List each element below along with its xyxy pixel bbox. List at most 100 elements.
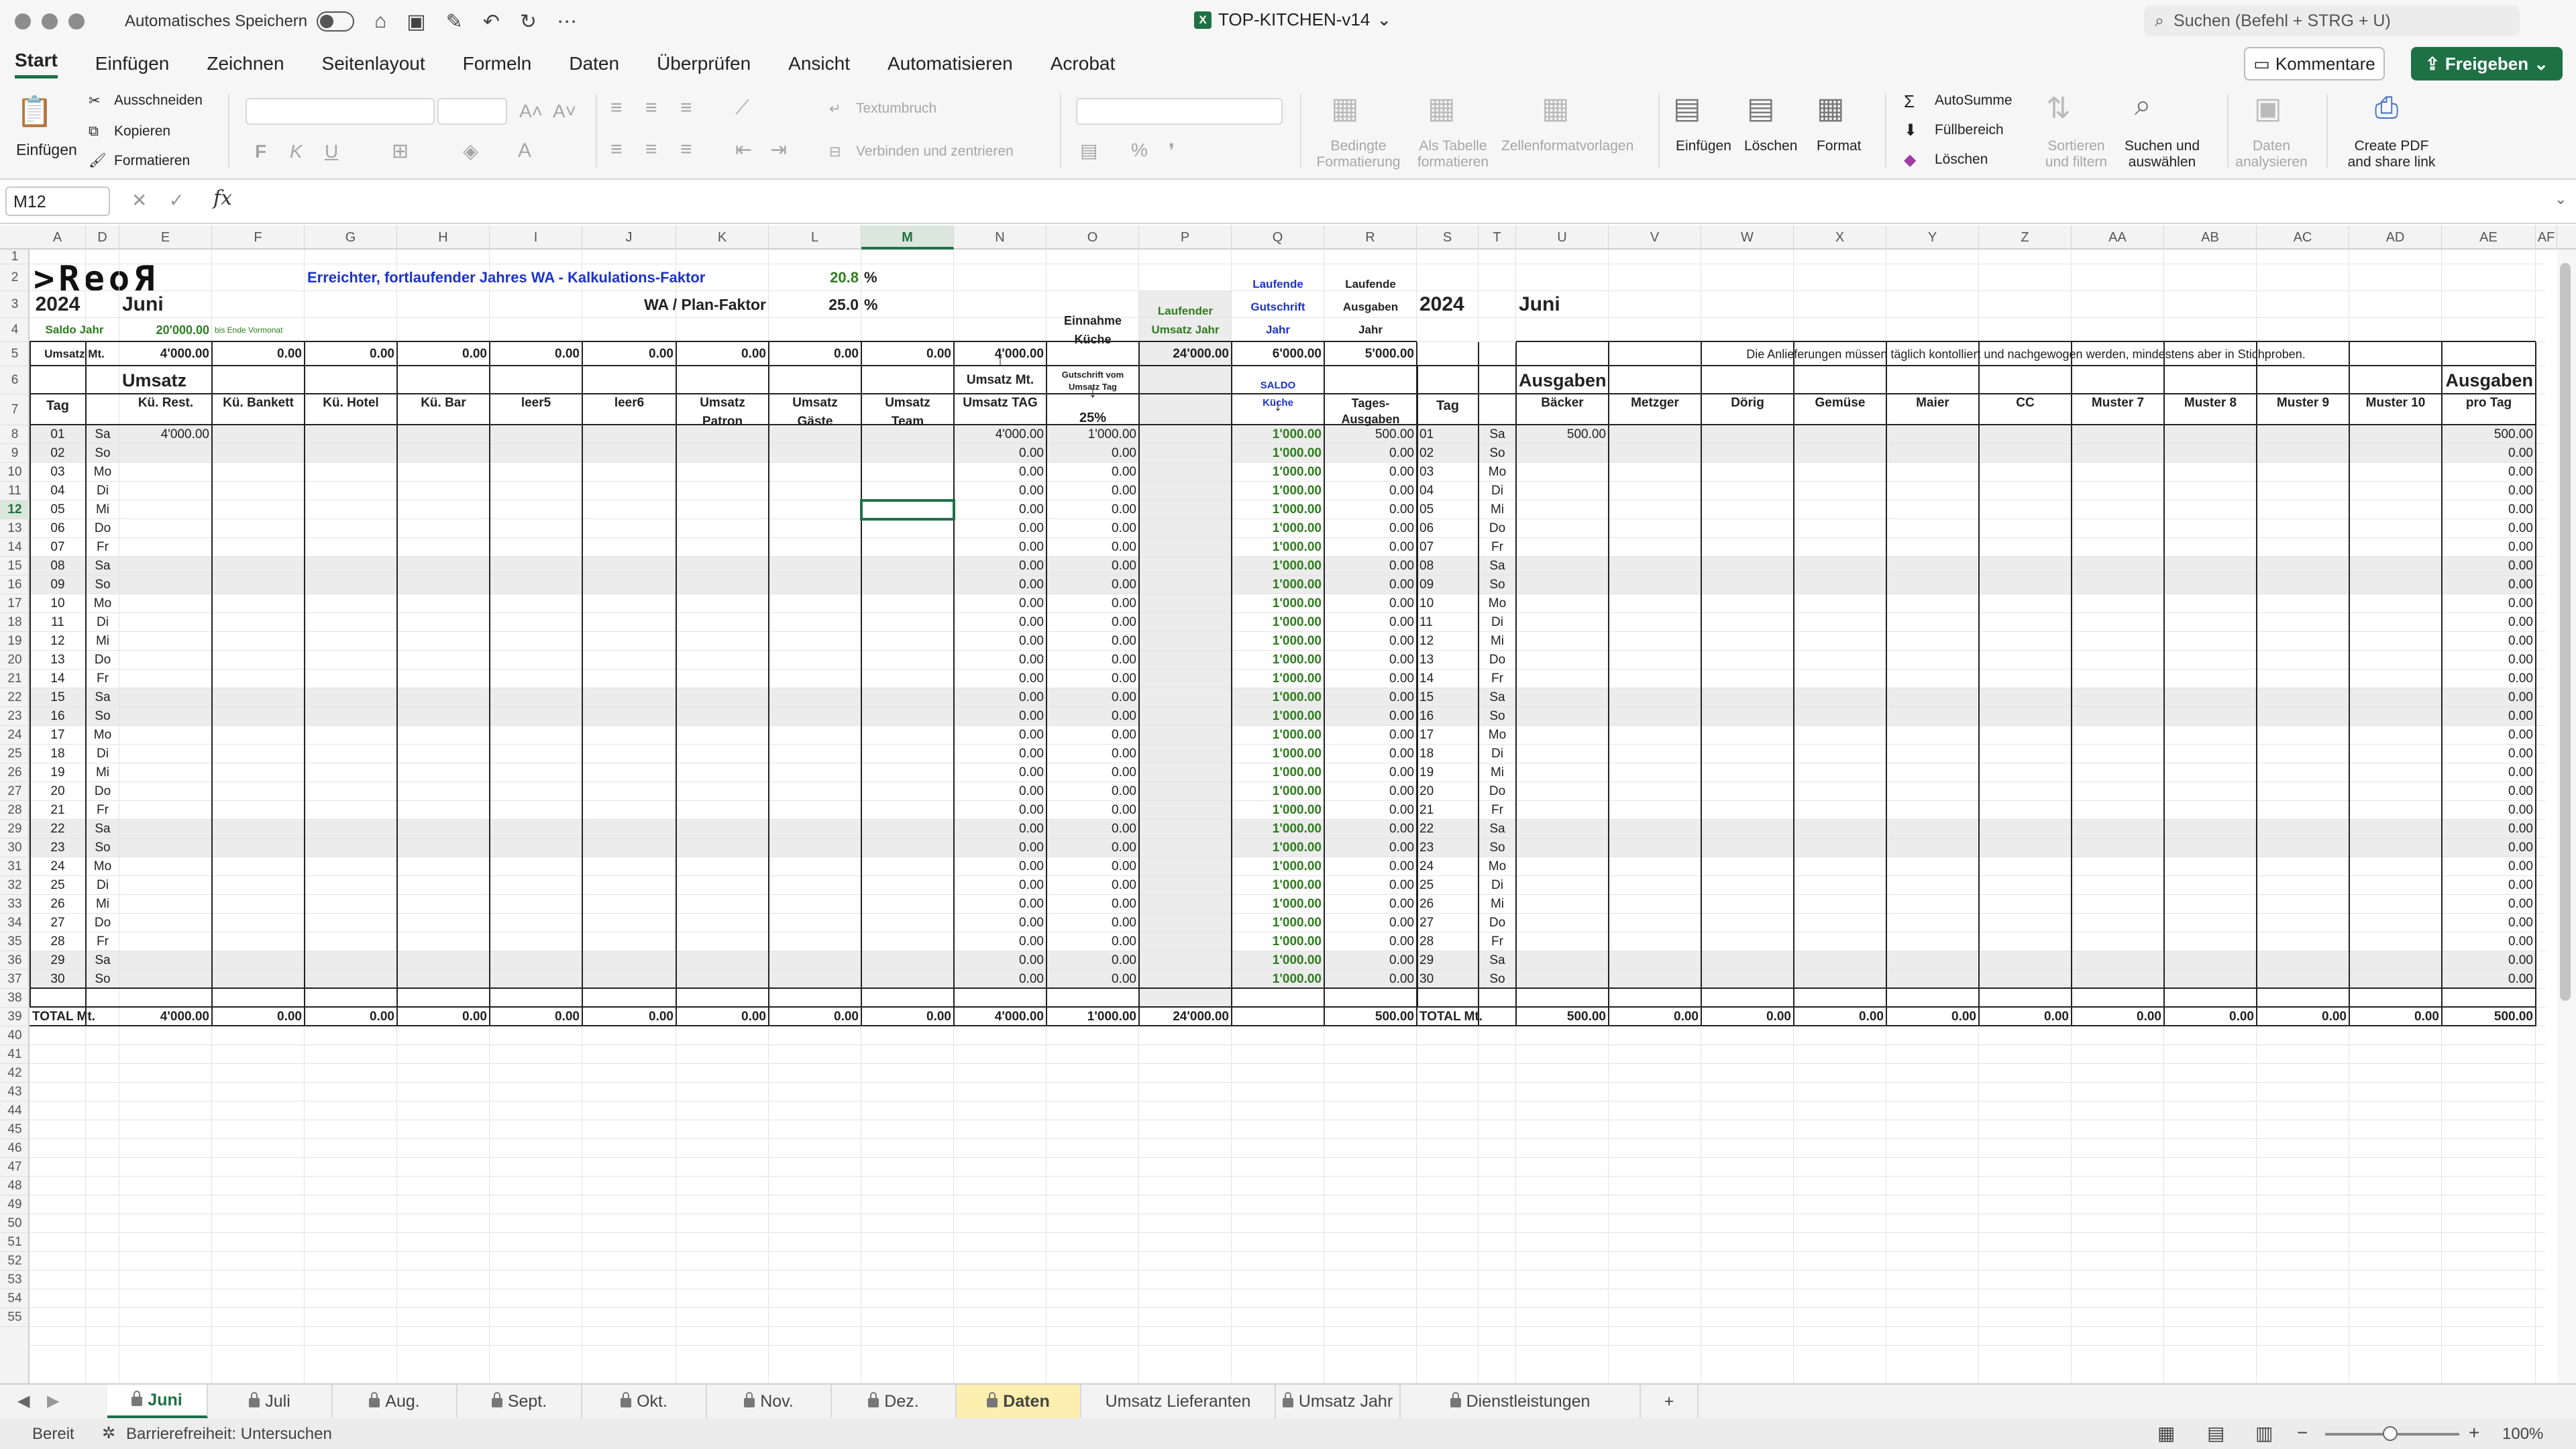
- delete-cells-button[interactable]: Löschen: [1744, 138, 1797, 154]
- sheet-tab-aug[interactable]: Aug.: [333, 1385, 458, 1418]
- sheet-tab-[interactable]: +: [1641, 1385, 1699, 1418]
- column-header-i[interactable]: I: [490, 225, 582, 250]
- undo-icon[interactable]: ↶: [483, 10, 500, 34]
- row-header-55[interactable]: 55: [0, 1308, 30, 1327]
- selected-cell-m12[interactable]: [860, 499, 955, 521]
- column-header-k[interactable]: K: [676, 225, 769, 250]
- analyze-data-icon[interactable]: ▣: [2254, 91, 2282, 125]
- row-header-29[interactable]: 29: [0, 820, 30, 839]
- sheet-tab-dez[interactable]: Dez.: [832, 1385, 957, 1418]
- page-break-icon[interactable]: ▥: [2255, 1422, 2273, 1444]
- row-header-46[interactable]: 46: [0, 1139, 30, 1158]
- row-header-14[interactable]: 14: [0, 538, 30, 557]
- redo-icon[interactable]: ↻: [520, 10, 537, 34]
- percent-format-icon[interactable]: %: [1131, 140, 1148, 161]
- column-header-x[interactable]: X: [1794, 225, 1886, 250]
- cell-styles-button[interactable]: Zellenformatvorlagen: [1501, 138, 1633, 154]
- minimize-window-button[interactable]: [42, 13, 58, 30]
- align-center-icon[interactable]: ≡: [645, 138, 657, 161]
- fill-button[interactable]: Füllbereich: [1935, 122, 2004, 138]
- borders-icon[interactable]: ⊞: [392, 140, 409, 163]
- column-header-d[interactable]: D: [86, 225, 119, 250]
- close-window-button[interactable]: [15, 13, 31, 30]
- copy-button[interactable]: Kopieren: [114, 123, 170, 140]
- indent-increase-icon[interactable]: ⇥: [770, 138, 787, 162]
- sort-filter-label-2[interactable]: und filtern: [2033, 154, 2120, 170]
- column-header-u[interactable]: U: [1516, 225, 1609, 250]
- vertical-scrollbar[interactable]: [2557, 250, 2576, 1383]
- row-header-12[interactable]: 12: [0, 500, 30, 519]
- zoom-level[interactable]: 100%: [2502, 1425, 2543, 1444]
- row-header-30[interactable]: 30: [0, 839, 30, 857]
- row-header-39[interactable]: 39: [0, 1008, 30, 1026]
- comma-format-icon[interactable]: ❜: [1169, 140, 1175, 162]
- zoom-in-icon[interactable]: +: [2469, 1422, 2479, 1444]
- cut-button[interactable]: Ausschneiden: [114, 93, 203, 109]
- sheet-tab-juni[interactable]: Juni: [107, 1385, 208, 1418]
- row-header-8[interactable]: 8: [0, 425, 30, 444]
- tab-zeichnen[interactable]: Zeichnen: [207, 53, 284, 74]
- align-middle-icon[interactable]: ≡: [645, 97, 657, 119]
- tab-seitenlayout[interactable]: Seitenlayout: [322, 53, 425, 74]
- sheet-tab-daten[interactable]: Daten: [957, 1385, 1081, 1418]
- row-header-17[interactable]: 17: [0, 594, 30, 613]
- insert-function-button[interactable]: fx: [213, 186, 232, 210]
- row-header-34[interactable]: 34: [0, 914, 30, 932]
- zoom-slider-thumb[interactable]: [2383, 1426, 2398, 1441]
- row-header-35[interactable]: 35: [0, 932, 30, 951]
- row-header-22[interactable]: 22: [0, 688, 30, 707]
- save-as-icon[interactable]: ✎: [446, 10, 463, 34]
- column-header-l[interactable]: L: [769, 225, 861, 250]
- analyze-data-label-1[interactable]: Daten: [2231, 138, 2312, 154]
- create-pdf-icon[interactable]: ⎙: [2375, 91, 2398, 125]
- page-layout-icon[interactable]: ▤: [2207, 1422, 2224, 1444]
- home-icon[interactable]: ⌂: [374, 10, 386, 33]
- worksheet-grid[interactable]: >ReoЯ Erreichter, fortlaufender Jahres W…: [30, 250, 2545, 1383]
- column-header-f[interactable]: F: [212, 225, 305, 250]
- analyze-data-label-2[interactable]: analysieren: [2231, 154, 2312, 170]
- row-header-49[interactable]: 49: [0, 1195, 30, 1214]
- conditional-format-label-1[interactable]: Bedingte: [1315, 138, 1402, 154]
- name-box[interactable]: M12: [5, 186, 110, 216]
- autosum-button[interactable]: AutoSumme: [1935, 93, 2012, 109]
- row-header-21[interactable]: 21: [0, 669, 30, 688]
- font-size-select[interactable]: [437, 98, 507, 125]
- share-button[interactable]: ⇪ Freigeben ⌄: [2411, 47, 2563, 80]
- paste-icon[interactable]: 📋: [16, 94, 53, 129]
- bold-button[interactable]: F: [255, 141, 266, 162]
- find-icon[interactable]: ⌕: [2135, 89, 2151, 122]
- find-select-label-1[interactable]: Suchen und: [2118, 138, 2206, 154]
- format-as-table-label-1[interactable]: Als Tabelle: [1406, 138, 1500, 154]
- row-header-51[interactable]: 51: [0, 1233, 30, 1252]
- format-as-table-label-2[interactable]: formatieren: [1406, 154, 1500, 170]
- font-color-icon[interactable]: A: [518, 140, 531, 162]
- fill-color-icon[interactable]: ◈: [463, 140, 478, 163]
- row-header-42[interactable]: 42: [0, 1064, 30, 1083]
- save-icon[interactable]: ▣: [407, 10, 425, 34]
- align-right-icon[interactable]: ≡: [680, 138, 692, 161]
- accessibility-status[interactable]: Barrierefreiheit: Untersuchen: [126, 1425, 332, 1444]
- row-header-26[interactable]: 26: [0, 763, 30, 782]
- sheet-tab-okt[interactable]: Okt.: [582, 1385, 707, 1418]
- create-pdf-label-2[interactable]: and share link: [2334, 154, 2449, 170]
- row-header-20[interactable]: 20: [0, 651, 30, 669]
- column-header-ac[interactable]: AC: [2257, 225, 2349, 250]
- row-header-10[interactable]: 10: [0, 463, 30, 482]
- column-header-z[interactable]: Z: [1979, 225, 2072, 250]
- row-header-37[interactable]: 37: [0, 970, 30, 989]
- sheet-tab-dienstleistungen[interactable]: Dienstleistungen: [1401, 1385, 1641, 1418]
- create-pdf-label-1[interactable]: Create PDF: [2334, 138, 2449, 154]
- merge-center-button[interactable]: Verbinden und zentrieren: [856, 144, 1014, 160]
- tab-ueberpruefen[interactable]: Überprüfen: [657, 53, 751, 74]
- column-header-p[interactable]: P: [1139, 225, 1232, 250]
- cell-styles-icon[interactable]: ▦: [1542, 91, 1570, 125]
- row-header-7[interactable]: 7: [0, 394, 30, 425]
- column-header-af[interactable]: AF: [2536, 225, 2557, 250]
- sort-filter-label-1[interactable]: Sortieren: [2033, 138, 2120, 154]
- column-header-e[interactable]: E: [119, 225, 212, 250]
- column-header-h[interactable]: H: [397, 225, 490, 250]
- row-header-16[interactable]: 16: [0, 576, 30, 594]
- row-header-2[interactable]: 2: [0, 264, 30, 291]
- align-top-icon[interactable]: ≡: [610, 97, 623, 119]
- row-header-45[interactable]: 45: [0, 1120, 30, 1139]
